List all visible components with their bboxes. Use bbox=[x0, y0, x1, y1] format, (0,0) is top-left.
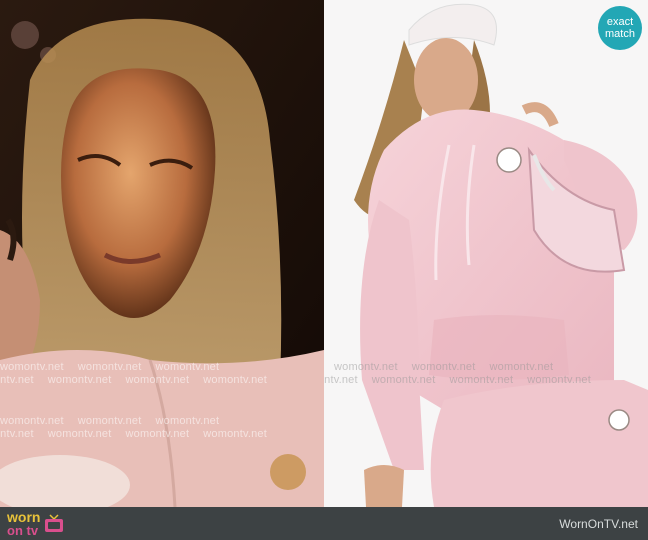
site-name[interactable]: WornOnTV.net bbox=[559, 517, 638, 531]
logo-word1: worn bbox=[7, 508, 41, 525]
watermark-row: womontv.netwomontv.netwomontv.netwomontv… bbox=[0, 374, 267, 386]
exact-match-badge: exact match bbox=[598, 6, 642, 50]
product-illustration bbox=[324, 0, 648, 507]
footer-bar: worn on tv WornOnTV.net bbox=[0, 507, 648, 540]
scene-photo: womontv.netwomontv.netwomontv.net womont… bbox=[0, 0, 324, 507]
product-photo: exact match womontv.net womontv.net womont… bbox=[324, 0, 648, 507]
badge-line1: exact bbox=[606, 16, 634, 28]
watermark-row: womontv.netwomontv.netwomontv.netwomontv… bbox=[324, 374, 591, 386]
logo-word2: on tv bbox=[7, 522, 39, 538]
badge-line2: match bbox=[605, 28, 635, 40]
watermark-row: womontv.net womontv.net womontv.net bbox=[334, 361, 554, 373]
tv-icon bbox=[45, 513, 64, 532]
watermark-row: womontv.net womontv.net womontv.net bbox=[0, 415, 220, 427]
watermark-row: womontv.netwomontv.netwomontv.netwomontv… bbox=[0, 428, 267, 440]
wornontv-logo[interactable]: worn on tv bbox=[7, 508, 65, 538]
watermark-row: womontv.net womontv.net womontv.net bbox=[0, 361, 220, 373]
